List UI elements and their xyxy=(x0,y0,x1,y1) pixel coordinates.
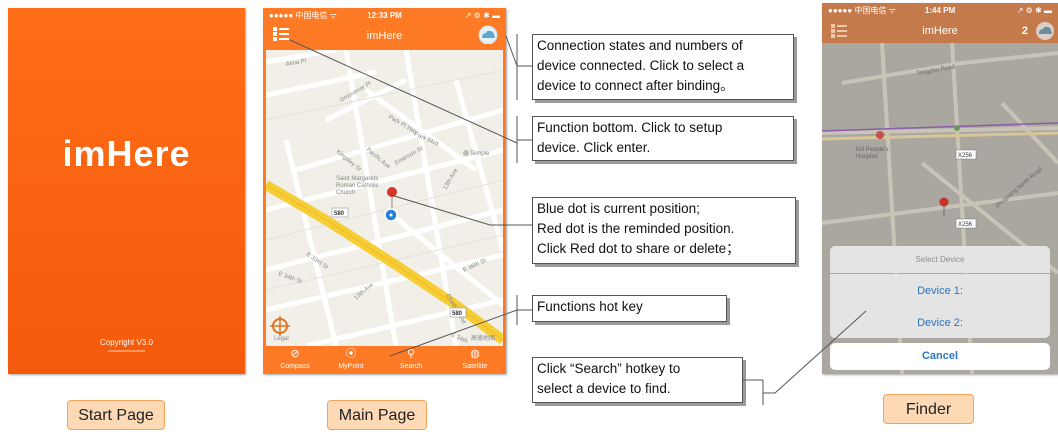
location-pin-icon: ⦿ xyxy=(345,348,357,360)
cloud-connection-icon[interactable] xyxy=(477,24,499,44)
start-page-label: Start Page xyxy=(67,400,165,430)
connector-connection xyxy=(516,34,532,100)
tab-mypoint[interactable]: ⦿ MyPoint xyxy=(327,346,375,374)
device-2-option[interactable]: Device 2: xyxy=(830,308,1050,338)
svg-text:X256: X256 xyxy=(958,222,973,228)
start-page-screen: imHere Copyright V3.0 xyxy=(8,8,245,374)
callout-position-dots: Blue dot is current position; Red dot is… xyxy=(532,197,796,264)
map-view[interactable]: Alma Pl Grosvenor Pl Park Pl Way Park Bl… xyxy=(266,50,503,346)
interstate-580-sign-south: 580 xyxy=(449,307,467,318)
x256-road-sign: X256 xyxy=(955,149,977,160)
status-bar: ●●●●● 中国电信 ᯤ 12:33 PM ↗ ⚙ ✱ ▬ xyxy=(263,8,506,24)
main-page-label: Main Page xyxy=(327,400,427,430)
cancel-button[interactable]: Cancel xyxy=(830,343,1050,370)
callout-connection-states: Connection states and numbers of device … xyxy=(532,34,794,100)
connector-hotkey xyxy=(516,295,532,325)
compass-icon: ⊘ xyxy=(290,348,300,360)
finder-label: Finder xyxy=(883,394,974,424)
callout-hot-keys: Functions hot key xyxy=(532,295,727,322)
search-icon: ⚲ xyxy=(406,348,416,360)
map-junction-icon xyxy=(954,125,960,131)
tab-search[interactable]: ⚲ Search xyxy=(387,346,435,374)
status-icons: ↗ ⚙ ✱ ▬ xyxy=(464,11,500,20)
blue-dot-icon xyxy=(384,208,398,222)
finder-status-icons: ↗ ⚙ ✱ ▬ xyxy=(1016,6,1052,15)
tab-satellite[interactable]: ◍ Satellite xyxy=(451,346,499,374)
callout-function-button: Function bottom. Click to setup device. … xyxy=(532,116,794,161)
finder-page-screen: ●●●●● 中国电信 ᯤ 1:44 PM ↗ ⚙ ✱ ▬ imHere 2 To… xyxy=(822,3,1058,374)
interstate-580-sign: 580 xyxy=(331,207,349,218)
device-1-option[interactable]: Device 1: xyxy=(830,274,1050,308)
callout-search-hotkey: Click “Search” hotkey to select a device… xyxy=(532,357,743,403)
svg-text:X256: X256 xyxy=(958,153,973,159)
svg-text:580: 580 xyxy=(452,311,463,317)
copyright-subline xyxy=(108,350,145,352)
select-device-title: Select Device xyxy=(830,246,1050,273)
tab-bar: ⊘ Compass ⦿ MyPoint ⚲ Search ◍ Satellite xyxy=(263,346,506,374)
connector-function xyxy=(516,116,532,163)
svg-text:580: 580 xyxy=(334,211,345,217)
tab-compass[interactable]: ⊘ Compass xyxy=(271,346,319,374)
map-label-temple: Temple xyxy=(470,151,490,157)
temple-poi-icon xyxy=(463,150,469,156)
map-label-legal: Legal xyxy=(274,336,289,342)
main-page-screen: ●●●●● 中国电信 ᯤ 12:33 PM ↗ ⚙ ✱ ▬ imHere Alm… xyxy=(263,8,506,374)
map-watermark: 高德地图 xyxy=(471,334,495,342)
app-logo: imHere xyxy=(62,133,191,174)
x256-road-sign-south: X256 xyxy=(955,218,977,229)
globe-icon: ◍ xyxy=(470,348,480,360)
device-count-badge: 2 xyxy=(1021,25,1028,37)
finder-status-bar: ●●●●● 中国电信 ᯤ 1:44 PM ↗ ⚙ ✱ ▬ xyxy=(822,3,1058,19)
hospital-poi-icon xyxy=(876,131,884,139)
finder-cloud-connection-icon[interactable] xyxy=(1034,20,1056,40)
nav-title: imHere xyxy=(366,30,403,42)
copyright-text: Copyright V3.0 xyxy=(100,338,153,347)
